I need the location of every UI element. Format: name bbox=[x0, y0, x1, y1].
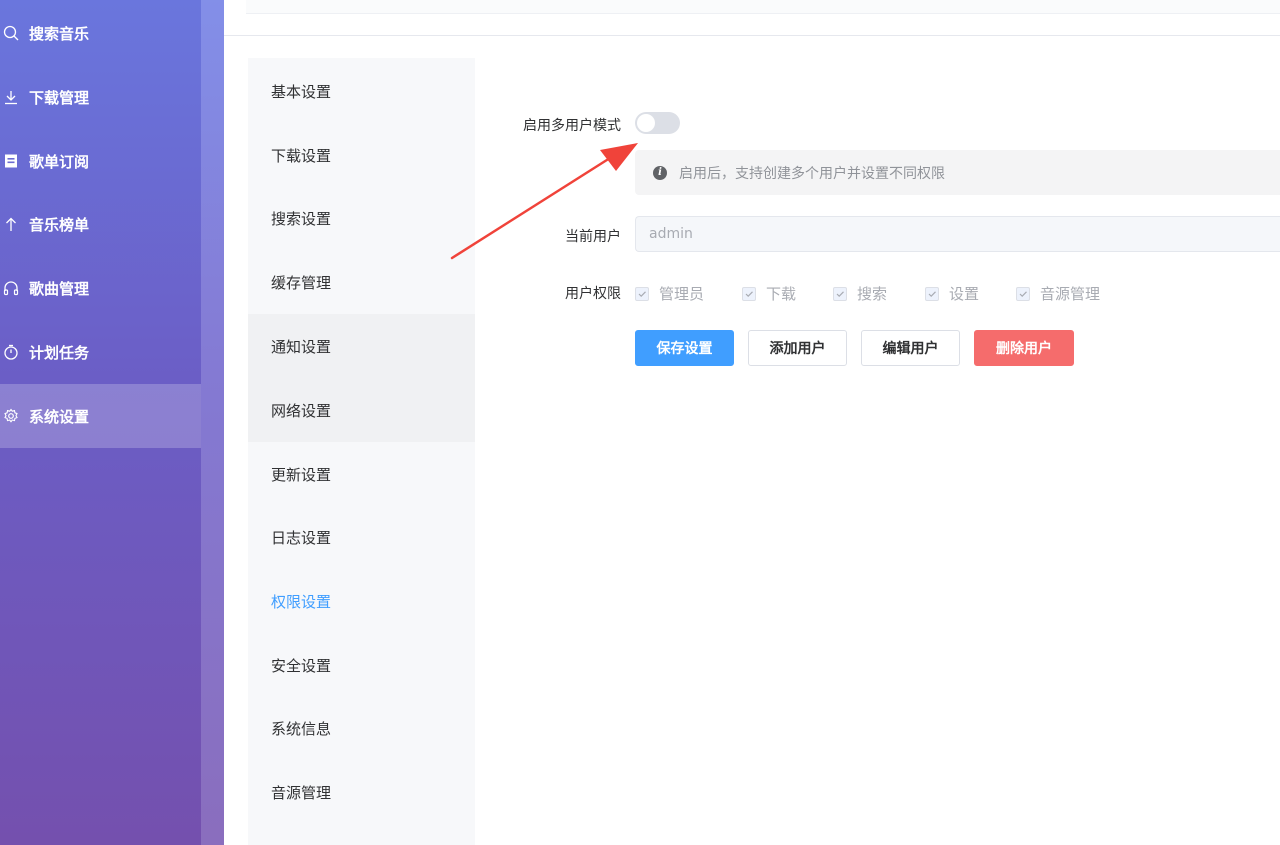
settings-menu-item-log[interactable]: 日志设置 bbox=[248, 505, 475, 569]
checkbox-check-icon bbox=[1016, 286, 1030, 301]
edit-user-button[interactable]: 编辑用户 bbox=[861, 330, 960, 366]
app-sidebar: 搜索音乐 下载管理 歌单订阅 音乐榜单 歌曲管理 计划任务 系统设置 bbox=[0, 0, 224, 845]
nav-item-song-manage[interactable]: 歌曲管理 bbox=[0, 256, 201, 320]
add-user-button[interactable]: 添加用户 bbox=[748, 330, 847, 366]
current-user-value: admin bbox=[649, 226, 693, 242]
top-bar bbox=[224, 0, 1280, 36]
nav-item-label: 歌单订阅 bbox=[29, 152, 90, 171]
perm-label: 设置 bbox=[949, 285, 980, 303]
settings-menu-item-update[interactable]: 更新设置 bbox=[248, 442, 475, 506]
info-icon: i bbox=[653, 165, 667, 180]
nav-item-label: 歌曲管理 bbox=[29, 279, 90, 298]
perm-checkbox-download[interactable]: 下载 bbox=[742, 283, 796, 304]
settings-menu-item-source[interactable]: 音源管理 bbox=[248, 760, 475, 824]
checkbox-check-icon bbox=[635, 286, 649, 301]
settings-menu-item-search[interactable]: 搜索设置 bbox=[248, 186, 475, 250]
settings-menu-item-security[interactable]: 安全设置 bbox=[248, 633, 475, 697]
nav-item-search-music[interactable]: 搜索音乐 bbox=[0, 1, 201, 65]
delete-user-button[interactable]: 删除用户 bbox=[974, 330, 1074, 366]
nav-item-label: 计划任务 bbox=[29, 343, 90, 362]
settings-menu: 基本设置 下载设置 搜索设置 缓存管理 通知设置 网络设置 更新设置 日志设置 … bbox=[248, 58, 475, 845]
settings-menu-item-basic[interactable]: 基本设置 bbox=[248, 59, 475, 123]
tip-text: 启用后，支持创建多个用户并设置不同权限 bbox=[679, 165, 945, 182]
headphones-icon bbox=[2, 279, 20, 297]
nav-item-label: 搜索音乐 bbox=[29, 24, 90, 43]
perm-checkbox-settings[interactable]: 设置 bbox=[925, 283, 979, 304]
current-user-label: 当前用户 bbox=[565, 229, 621, 245]
multi-user-tip: i 启用后，支持创建多个用户并设置不同权限 bbox=[635, 150, 1280, 195]
nav-item-label: 下载管理 bbox=[29, 88, 90, 107]
perm-label: 下载 bbox=[766, 285, 797, 303]
nav-item-playlist-subscribe[interactable]: 歌单订阅 bbox=[0, 129, 201, 193]
download-icon bbox=[2, 88, 20, 106]
perm-label: 搜索 bbox=[857, 285, 888, 303]
nav-item-download-manage[interactable]: 下载管理 bbox=[0, 65, 201, 129]
nav-item-scheduled-tasks[interactable]: 计划任务 bbox=[0, 320, 201, 384]
checkbox-check-icon bbox=[833, 286, 847, 301]
top-bar-content bbox=[246, 0, 1280, 14]
settings-menu-item-network[interactable]: 网络设置 bbox=[248, 378, 475, 442]
current-user-input[interactable]: admin bbox=[635, 216, 1280, 252]
settings-menu-item-system-info[interactable]: 系统信息 bbox=[248, 696, 475, 760]
multi-user-label: 启用多用户模式 bbox=[523, 118, 621, 134]
perm-label: 音源管理 bbox=[1040, 285, 1101, 303]
multi-user-switch[interactable] bbox=[635, 112, 680, 134]
perm-checkbox-search[interactable]: 搜索 bbox=[833, 283, 887, 304]
settings-menu-item-cache[interactable]: 缓存管理 bbox=[248, 250, 475, 314]
perm-label: 管理员 bbox=[659, 285, 705, 303]
arrow-up-icon bbox=[2, 215, 20, 233]
gear-icon bbox=[2, 407, 20, 425]
checkbox-check-icon bbox=[925, 286, 939, 301]
nav-item-label: 系统设置 bbox=[29, 407, 90, 426]
nav-item-music-charts[interactable]: 音乐榜单 bbox=[0, 192, 201, 256]
nav-item-label: 音乐榜单 bbox=[29, 215, 90, 234]
settings-menu-item-notify[interactable]: 通知设置 bbox=[248, 314, 475, 378]
search-icon bbox=[2, 24, 20, 42]
nav-item-system-settings[interactable]: 系统设置 bbox=[0, 384, 201, 448]
perm-checkbox-source[interactable]: 音源管理 bbox=[1016, 283, 1100, 304]
settings-menu-item-permission[interactable]: 权限设置 bbox=[248, 569, 475, 633]
permissions-label: 用户权限 bbox=[565, 286, 621, 302]
perm-checkbox-admin[interactable]: 管理员 bbox=[635, 283, 704, 304]
switch-knob bbox=[637, 114, 655, 132]
checkbox-check-icon bbox=[742, 286, 756, 301]
playlist-icon bbox=[2, 152, 20, 170]
sidebar-edge bbox=[201, 0, 224, 845]
settings-menu-item-download[interactable]: 下载设置 bbox=[248, 123, 475, 187]
timer-icon bbox=[2, 343, 20, 361]
save-settings-button[interactable]: 保存设置 bbox=[635, 330, 734, 366]
